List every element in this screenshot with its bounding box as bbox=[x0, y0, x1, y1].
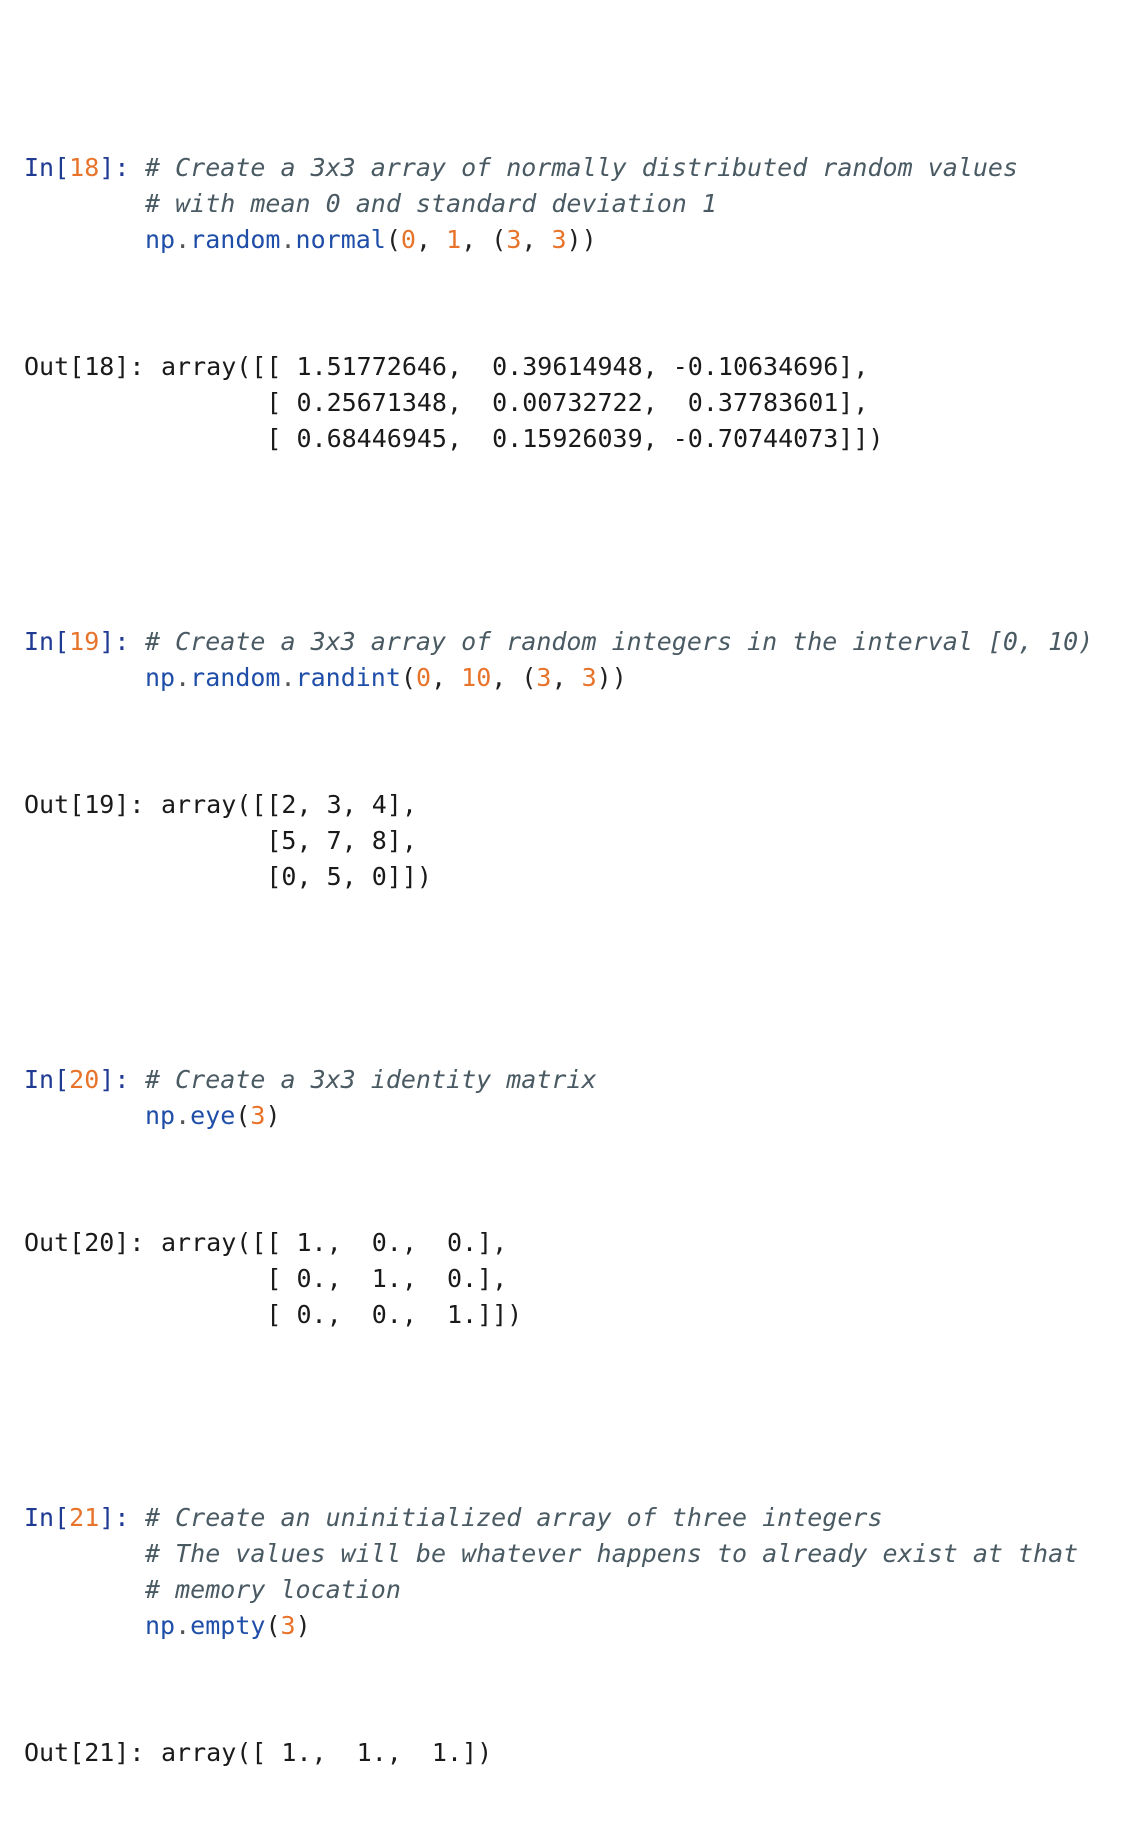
input-cell-21[interactable]: In[21]: # Create an uninitialized array … bbox=[24, 1500, 1093, 1644]
code-comment: # with mean 0 and standard deviation 1 bbox=[145, 189, 717, 218]
code-statement: np.random.normal(0, 1, (3, 3)) bbox=[145, 225, 597, 254]
code-comment: # Create a 3x3 identity matrix bbox=[145, 1065, 597, 1094]
output-cell-18: Out[18]: array([[ 1.51772646, 0.39614948… bbox=[24, 349, 1093, 457]
output-cell-20: Out[20]: array([[ 1., 0., 0.], [ 0., 1.,… bbox=[24, 1225, 1093, 1333]
notebook: In[18]: # Create a 3x3 array of normally… bbox=[24, 6, 1093, 1843]
code-statement: np.random.randint(0, 10, (3, 3)) bbox=[145, 663, 627, 692]
code-comment: # The values will be whatever happens to… bbox=[145, 1539, 1079, 1568]
output-line: [0, 5, 0]]) bbox=[161, 862, 432, 891]
code-block[interactable]: # Create a 3x3 identity matrix np.eye(3) bbox=[145, 1062, 597, 1134]
in-prompt: In[18]: bbox=[24, 153, 130, 182]
code-comment: # Create a 3x3 array of normally distrib… bbox=[145, 153, 1018, 182]
code-block[interactable]: # Create a 3x3 array of normally distrib… bbox=[145, 150, 1018, 258]
code-comment: # Create an uninitialized array of three… bbox=[145, 1503, 883, 1532]
code-block[interactable]: # Create an uninitialized array of three… bbox=[145, 1500, 1078, 1644]
output-line: [ 0.25671348, 0.00732722, 0.37783601], bbox=[161, 388, 869, 417]
code-comment: # memory location bbox=[145, 1575, 401, 1604]
code-block[interactable]: # Create a 3x3 array of random integers … bbox=[145, 624, 1093, 696]
input-cell-20[interactable]: In[20]: # Create a 3x3 identity matrix n… bbox=[24, 1062, 1093, 1134]
output-line: [5, 7, 8], bbox=[161, 826, 417, 855]
output-line: [ 0.68446945, 0.15926039, -0.70744073]]) bbox=[161, 424, 884, 453]
output-line: array([[2, 3, 4], bbox=[161, 790, 417, 819]
out-prompt: Out[21]: bbox=[24, 1738, 145, 1767]
output-block: array([[2, 3, 4], [5, 7, 8], [0, 5, 0]]) bbox=[161, 787, 432, 895]
in-prompt: In[20]: bbox=[24, 1065, 130, 1094]
out-prompt: Out[20]: bbox=[24, 1228, 145, 1257]
output-line: array([[ 1., 0., 0.], bbox=[161, 1228, 508, 1257]
output-line: array([ 1., 1., 1.]) bbox=[161, 1738, 493, 1767]
output-line: [ 0., 0., 1.]]) bbox=[161, 1300, 523, 1329]
output-block: array([[ 1., 0., 0.], [ 0., 1., 0.], [ 0… bbox=[161, 1225, 522, 1333]
input-cell-18[interactable]: In[18]: # Create a 3x3 array of normally… bbox=[24, 150, 1093, 258]
code-statement: np.empty(3) bbox=[145, 1611, 311, 1640]
output-cell-19: Out[19]: array([[2, 3, 4], [5, 7, 8], [0… bbox=[24, 787, 1093, 895]
code-comment: # Create a 3x3 array of random integers … bbox=[145, 627, 1094, 656]
output-block: array([ 1., 1., 1.]) bbox=[161, 1735, 492, 1771]
out-prompt: Out[18]: bbox=[24, 352, 145, 381]
code-statement: np.eye(3) bbox=[145, 1101, 281, 1130]
output-block: array([[ 1.51772646, 0.39614948, -0.1063… bbox=[161, 349, 883, 457]
input-cell-19[interactable]: In[19]: # Create a 3x3 array of random i… bbox=[24, 624, 1093, 696]
output-cell-21: Out[21]: array([ 1., 1., 1.]) bbox=[24, 1735, 1093, 1771]
in-prompt: In[21]: bbox=[24, 1503, 130, 1532]
output-line: [ 0., 1., 0.], bbox=[161, 1264, 508, 1293]
output-line: array([[ 1.51772646, 0.39614948, -0.1063… bbox=[161, 352, 869, 381]
in-prompt: In[19]: bbox=[24, 627, 130, 656]
out-prompt: Out[19]: bbox=[24, 790, 145, 819]
